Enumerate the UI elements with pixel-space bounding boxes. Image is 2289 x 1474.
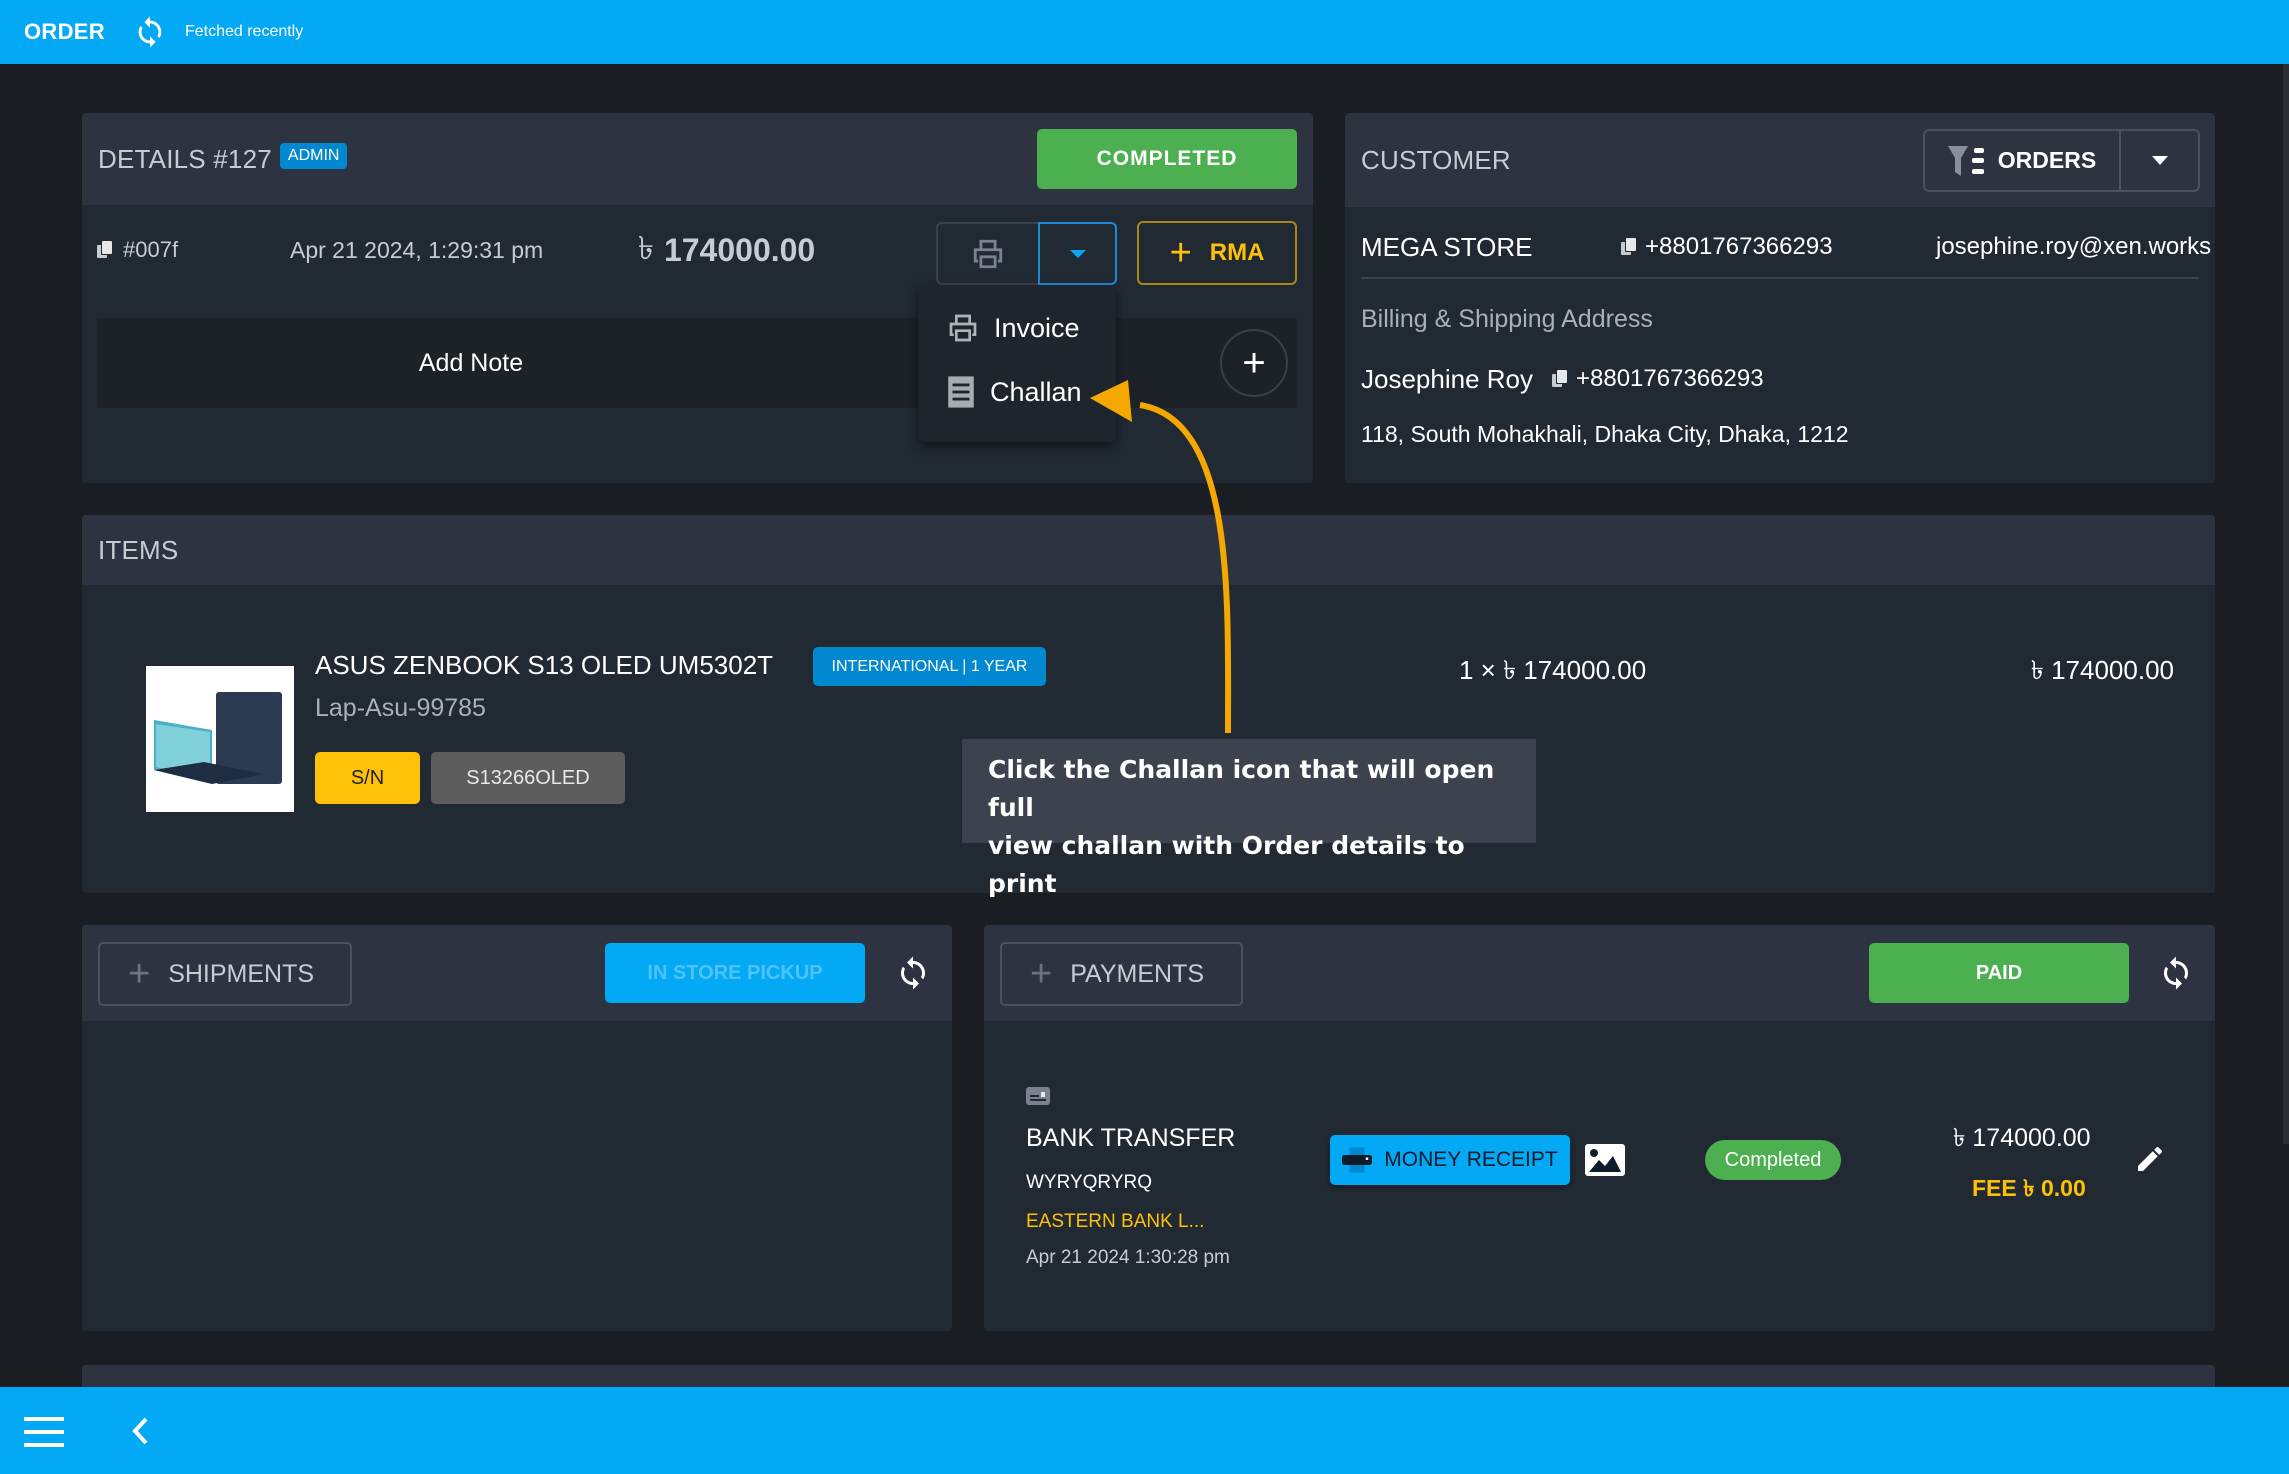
annotation-arrow [1090, 380, 1232, 734]
